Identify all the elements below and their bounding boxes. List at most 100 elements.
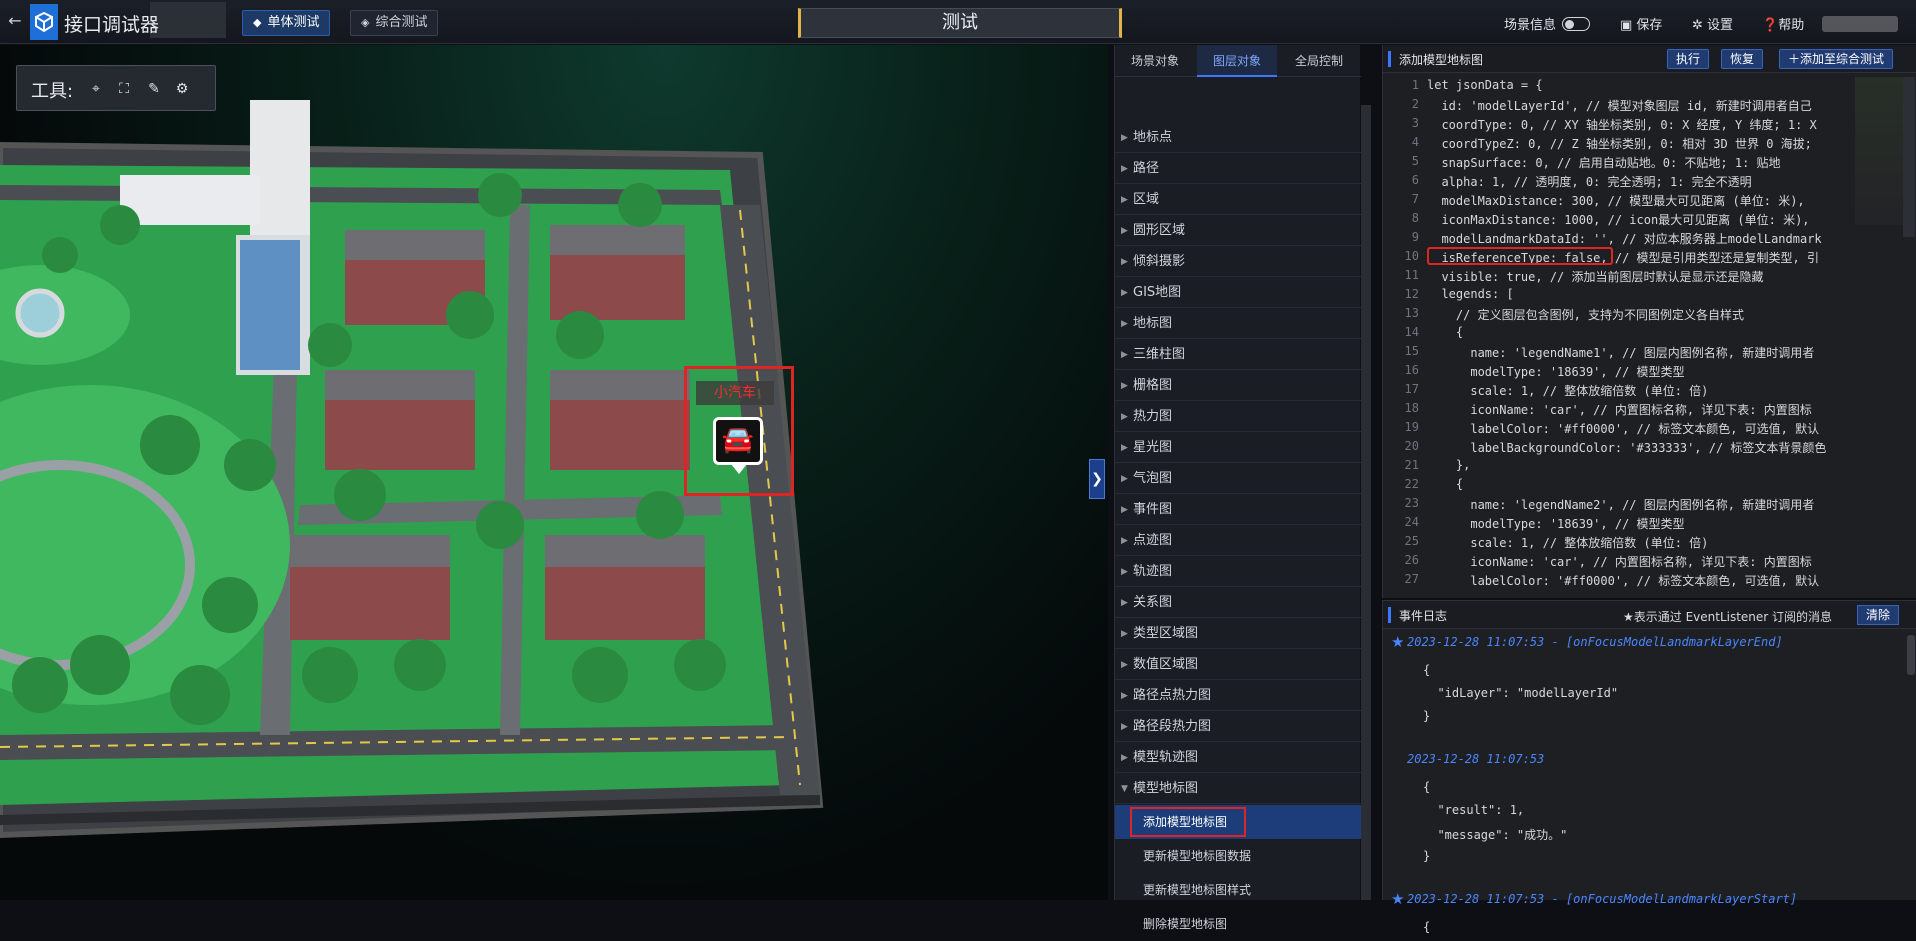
- event-log-header: 事件日志 ★表示通过 EventListener 订阅的消息 清除: [1383, 601, 1916, 629]
- scene-info-label: 场景信息: [1504, 18, 1557, 33]
- code-editor[interactable]: 1 let jsonData = {2 id: 'modelLayerId', /…: [1383, 75, 1843, 595]
- combined-test-tab[interactable]: ◈ 综合测试: [350, 10, 439, 36]
- category-item[interactable]: ▶ 点迹图: [1115, 526, 1361, 556]
- run-button[interactable]: 执行: [1667, 49, 1710, 69]
- help-icon: ❓: [1762, 18, 1779, 33]
- frame-select-icon[interactable]: ⛶: [115, 80, 133, 98]
- line-number: 21: [1404, 458, 1419, 472]
- category-item[interactable]: ▶ 热力图: [1115, 402, 1361, 432]
- city-map-render: [0, 100, 824, 839]
- restore-button[interactable]: 恢复: [1721, 49, 1764, 69]
- tab-scene-objects[interactable]: 场景对象: [1115, 45, 1195, 77]
- category-item[interactable]: ▶ 栅格图: [1115, 371, 1361, 401]
- tab-layer-objects[interactable]: 图层对象: [1197, 45, 1277, 77]
- code-line: labelColor: '#ff0000', // 标签文本颜色, 可选值, 默…: [1427, 574, 1820, 588]
- category-item[interactable]: ▶ 倾斜摄影: [1115, 247, 1361, 277]
- submenu-item[interactable]: 添加模型地标图: [1115, 805, 1361, 839]
- code-line: modelLandmarkDataId: '', // 对应本服务器上model…: [1427, 232, 1822, 246]
- category-item[interactable]: ▶ 区域: [1115, 185, 1361, 215]
- category-item[interactable]: ▶ 地标点: [1115, 123, 1361, 153]
- triangle-right-icon: ▶: [1121, 474, 1128, 484]
- category-item[interactable]: ▶ 星光图: [1115, 433, 1361, 463]
- single-test-tab[interactable]: ◆ 单体测试: [242, 10, 331, 36]
- submenu-item[interactable]: 更新模型地标图样式: [1115, 873, 1361, 907]
- location-pin-icon[interactable]: ⌖: [87, 80, 105, 98]
- category-label: 路径: [1133, 161, 1160, 176]
- cube-icon: ◆: [253, 16, 262, 29]
- category-item[interactable]: ▶ 事件图: [1115, 495, 1361, 525]
- category-item[interactable]: ▶ 路径: [1115, 154, 1361, 184]
- triangle-down-icon: ▼: [1121, 784, 1128, 794]
- category-item[interactable]: ▶ 地标图: [1115, 309, 1361, 339]
- category-label: 模型地标图: [1133, 781, 1199, 796]
- 3d-scene-viewport[interactable]: 工具: ⌖ ⛶ ✎ ⚙ 小汽车 🚘 ❯: [0, 45, 1108, 900]
- log-entry-header: 2023-12-28 11:07:53: [1407, 752, 1545, 766]
- category-item[interactable]: ▼ 模型地标图: [1115, 774, 1361, 804]
- submenu-item[interactable]: 删除模型地标图: [1115, 907, 1361, 941]
- category-item[interactable]: ▶ 路径点热力图: [1115, 681, 1361, 711]
- help-button[interactable]: ❓帮助: [1762, 14, 1804, 33]
- line-number: 12: [1404, 287, 1419, 301]
- line-number: 4: [1411, 135, 1419, 149]
- pen-icon[interactable]: ✎: [145, 80, 163, 98]
- category-scrollbar[interactable]: [1361, 105, 1371, 900]
- add-to-combined-button[interactable]: ＋添加至综合测试: [1779, 49, 1894, 69]
- submenu-label: 更新模型地标图样式: [1143, 883, 1252, 897]
- combined-test-label: 综合测试: [375, 15, 428, 30]
- category-item[interactable]: ▶ 路径段热力图: [1115, 712, 1361, 742]
- category-label: 栅格图: [1133, 378, 1173, 393]
- line-number: 20: [1404, 439, 1419, 453]
- user-avatar[interactable]: [1822, 16, 1898, 32]
- triangle-right-icon: ▶: [1121, 660, 1128, 670]
- save-button[interactable]: ▣ 保存: [1620, 14, 1662, 33]
- triangle-right-icon: ▶: [1121, 319, 1128, 329]
- code-minimap[interactable]: [1855, 77, 1903, 225]
- back-arrow-icon[interactable]: ←: [6, 12, 24, 30]
- submenu-item[interactable]: 更新模型地标图数据: [1115, 839, 1361, 873]
- category-item[interactable]: ▶ 轨迹图: [1115, 557, 1361, 587]
- gear-multi-icon[interactable]: ⚙: [173, 80, 191, 98]
- app-title: 接口调试器: [64, 14, 160, 36]
- triangle-right-icon: ▶: [1121, 536, 1128, 546]
- category-item[interactable]: ▶ 气泡图: [1115, 464, 1361, 494]
- cube-logo-icon: [30, 4, 58, 40]
- category-item[interactable]: ▶ 关系图: [1115, 588, 1361, 618]
- log-scrollbar[interactable]: [1907, 635, 1915, 675]
- category-item[interactable]: ▶ 数值区域图: [1115, 650, 1361, 680]
- category-item[interactable]: ▶ 圆形区域: [1115, 216, 1361, 246]
- code-line: iconMaxDistance: 1000, // icon最大可见距离 (单位…: [1427, 213, 1810, 227]
- code-line: let jsonData = {: [1427, 78, 1543, 92]
- gear-icon: ✲: [1692, 18, 1708, 33]
- scene-info-toggle[interactable]: [1562, 17, 1590, 31]
- category-item[interactable]: ▶ 模型轨迹图: [1115, 743, 1361, 773]
- line-number: 3: [1411, 116, 1419, 130]
- tab-global-control[interactable]: 全局控制: [1279, 45, 1359, 77]
- code-line: modelMaxDistance: 300, // 模型最大可见距离 (单位: …: [1427, 194, 1805, 208]
- clear-log-button[interactable]: 清除: [1857, 605, 1900, 625]
- triangle-right-icon: ▶: [1121, 350, 1128, 360]
- code-line: coordType: 0, // XY 轴坐标类别, 0: X 经度, Y 纬度…: [1427, 118, 1817, 132]
- code-line: name: 'legendName1', // 图层内图例名称, 新建时调用者: [1427, 346, 1815, 360]
- car-icon[interactable]: 🚘: [713, 417, 763, 465]
- code-scrollbar[interactable]: [1903, 77, 1915, 237]
- model-marker-label[interactable]: 小汽车: [696, 381, 774, 405]
- line-number: 6: [1411, 173, 1419, 187]
- category-item[interactable]: ▶ GIS地图: [1115, 278, 1361, 308]
- category-label: GIS地图: [1133, 285, 1182, 300]
- header-accent-bar: [1388, 51, 1391, 67]
- toolbox: 工具: ⌖ ⛶ ✎ ⚙: [16, 65, 216, 111]
- marker-pointer: [731, 464, 747, 474]
- category-item[interactable]: ▶ 类型区域图: [1115, 619, 1361, 649]
- line-number: 14: [1404, 325, 1419, 339]
- category-item[interactable]: ▶ 三维柱图: [1115, 340, 1361, 370]
- triangle-right-icon: ▶: [1121, 381, 1128, 391]
- code-line: modelType: '18639', // 模型类型: [1427, 365, 1685, 379]
- category-label: 地标图: [1133, 316, 1173, 331]
- event-log-panel: 事件日志 ★表示通过 EventListener 订阅的消息 清除 ★ 2023-…: [1382, 600, 1916, 934]
- add-to-combined-label: 添加至综合测试: [1800, 52, 1885, 66]
- log-entry-line: "message": "成功。": [1423, 828, 1568, 842]
- settings-button[interactable]: ✲ 设置: [1692, 14, 1733, 33]
- collapse-panel-button[interactable]: ❯: [1089, 459, 1105, 499]
- line-number: 23: [1404, 496, 1419, 510]
- code-line: iconName: 'car', // 内置图标名称, 详见下表: 内置图标: [1427, 403, 1812, 417]
